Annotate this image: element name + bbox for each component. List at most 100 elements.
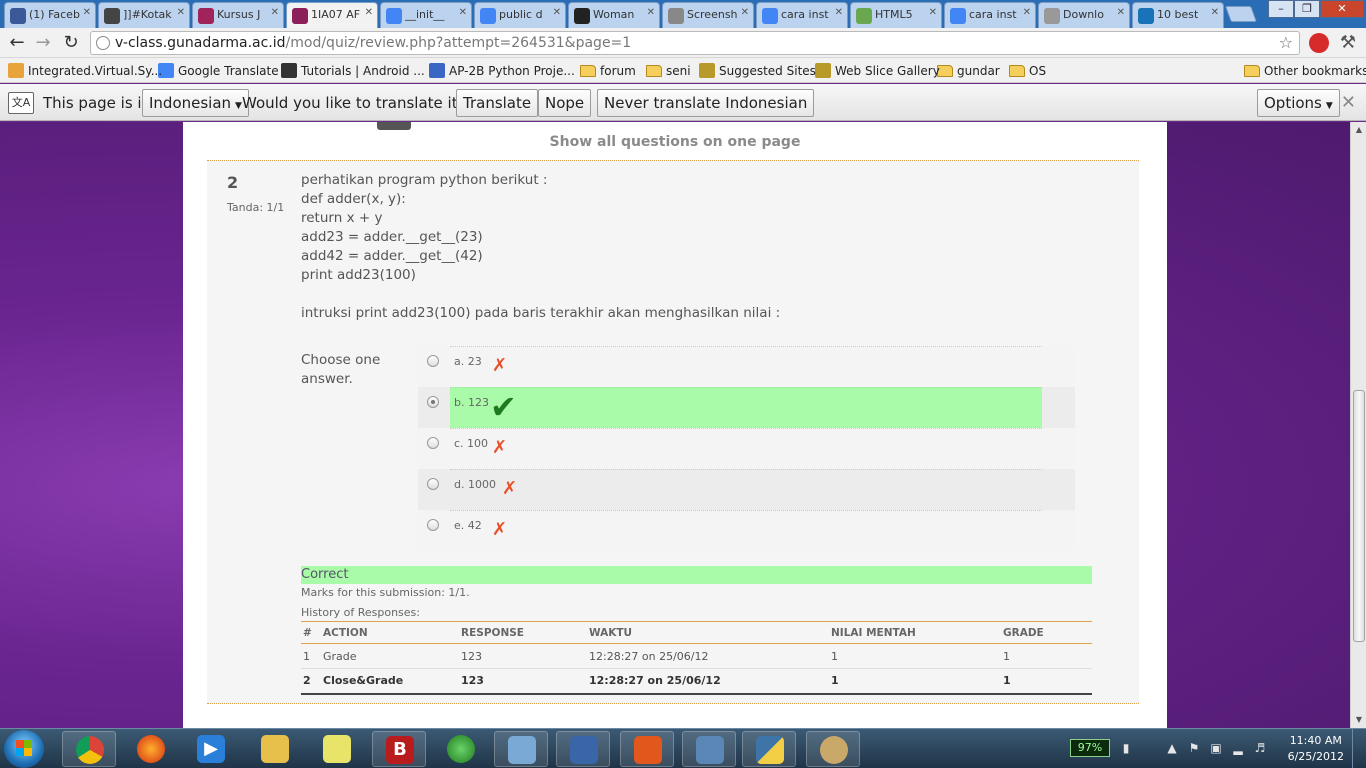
chrome-taskbar-button[interactable] (62, 731, 116, 767)
tab-close-icon[interactable]: ✕ (365, 7, 373, 18)
browser-tab[interactable]: 1IA07 AF ✕ (286, 2, 378, 28)
plug-icon[interactable]: ▮ (1118, 740, 1134, 756)
wrench-icon[interactable]: ⚒ (1338, 33, 1358, 53)
tab-close-icon[interactable]: ✕ (553, 7, 561, 18)
close-window-button[interactable]: ✕ (1320, 0, 1364, 18)
never-translate-button[interactable]: Never translate Indonesian (597, 89, 815, 117)
browser-tab[interactable]: Woman ✕ (568, 2, 660, 28)
b-app-taskbar-button[interactable]: B (372, 731, 426, 767)
browser-tab[interactable]: cara inst ✕ (756, 2, 848, 28)
bookmark-item[interactable]: seni (646, 62, 691, 80)
other-bookmarks[interactable]: Other bookmarks (1244, 62, 1366, 80)
maximize-button[interactable]: ❐ (1294, 0, 1320, 18)
tab-close-icon[interactable]: ✕ (741, 7, 749, 18)
bookmark-item[interactable]: Suggested Sites (699, 62, 816, 80)
volume-icon[interactable]: ♬ (1252, 740, 1268, 756)
bookmark-star-icon[interactable]: ☆ (1279, 32, 1293, 54)
answer-option[interactable]: d. 1000 ✗ (418, 469, 1075, 510)
scrollbar-thumb[interactable] (1353, 390, 1365, 642)
network-signal-icon[interactable]: ▂ (1230, 740, 1246, 756)
bookmark-item[interactable]: gundar (937, 62, 1000, 80)
reload-button[interactable]: ↻ (60, 32, 82, 54)
close-icon[interactable]: ✕ (1341, 92, 1356, 113)
show-all-questions-link[interactable]: Show all questions on one page (183, 134, 1167, 150)
virtualbox-taskbar-button[interactable] (556, 731, 610, 767)
tab-close-icon[interactable]: ✕ (271, 7, 279, 18)
browser-tab[interactable]: public d ✕ (474, 2, 566, 28)
tab-label: cara inst (969, 8, 1017, 21)
bookmark-item[interactable]: Google Translate (158, 62, 279, 80)
start-button[interactable] (4, 730, 44, 768)
browser-tab[interactable]: __init__ ✕ (380, 2, 472, 28)
answer-option[interactable]: e. 42 ✗ (418, 510, 1075, 551)
page-scrollbar[interactable]: ▲ ▼ (1350, 122, 1366, 728)
history-label: History of Responses: (301, 606, 420, 619)
bookmark-item[interactable]: forum (580, 62, 636, 80)
back-button[interactable]: ← (6, 32, 28, 54)
editor-taskbar-button[interactable] (494, 731, 548, 767)
translate-button[interactable]: Translate (456, 89, 539, 117)
options-button[interactable]: Options ▼ (1257, 89, 1340, 117)
tab-close-icon[interactable]: ✕ (929, 7, 937, 18)
tab-close-icon[interactable]: ✕ (1117, 7, 1125, 18)
answer-row: c. 100 ✗ (450, 428, 1042, 469)
explorer-taskbar-button[interactable] (248, 731, 302, 767)
python-taskbar-button[interactable] (742, 731, 796, 767)
show-desktop-button[interactable] (1352, 729, 1366, 768)
foxit-taskbar-button[interactable] (620, 731, 674, 767)
browser-tab[interactable]: ]]#Kotak ✕ (98, 2, 190, 28)
bookmark-item[interactable]: OS (1009, 62, 1046, 80)
tab-close-icon[interactable]: ✕ (1211, 7, 1219, 18)
browser-tab[interactable]: cara inst ✕ (944, 2, 1036, 28)
bookmark-item[interactable]: Tutorials | Android ... (281, 62, 425, 80)
idm-taskbar-button[interactable] (434, 731, 488, 767)
battery-indicator[interactable]: 97% (1070, 739, 1110, 757)
show-hidden-icons[interactable]: ▲ (1164, 740, 1180, 756)
new-tab-button[interactable] (1225, 6, 1257, 22)
scroll-down-icon[interactable]: ▼ (1351, 712, 1366, 728)
history-header-cell: GRADE (1001, 621, 1092, 644)
bookmark-item[interactable]: AP-2B Python Proje... (429, 62, 575, 80)
nope-button[interactable]: Nope (538, 89, 592, 117)
bookmark-item[interactable]: Web Slice Gallery (815, 62, 940, 80)
tab-strip: (1) Faceb ✕]]#Kotak ✕ Kursus J ✕ 1IA07 AF ✕ __i… (0, 0, 1366, 28)
editor-icon (508, 736, 536, 764)
media-player-taskbar-button[interactable]: ▶ (184, 731, 238, 767)
answer-radio[interactable] (427, 478, 439, 490)
device-icon[interactable]: ▣ (1208, 740, 1224, 756)
dropdown-caret-icon: ▼ (1325, 101, 1333, 111)
tab-close-icon[interactable]: ✕ (1023, 7, 1031, 18)
tab-close-icon[interactable]: ✕ (647, 7, 655, 18)
tab-close-icon[interactable]: ✕ (835, 7, 843, 18)
firefox-taskbar-button[interactable] (124, 731, 178, 767)
address-bar[interactable]: v-class.gunadarma.ac.id/mod/quiz/review.… (90, 31, 1300, 55)
sticky-notes-taskbar-button[interactable] (310, 731, 364, 767)
minimize-button[interactable]: – (1268, 0, 1294, 18)
clock[interactable]: 11:40 AM 6/25/2012 (1288, 733, 1344, 765)
browser-tab[interactable]: HTML5 ✕ (850, 2, 942, 28)
answer-radio[interactable] (427, 437, 439, 449)
browser-tab[interactable]: Kursus J ✕ (192, 2, 284, 28)
paint-taskbar-button[interactable] (806, 731, 860, 767)
browser-tab[interactable]: Downlo ✕ (1038, 2, 1130, 28)
action-center-icon[interactable]: ⚑ (1186, 740, 1202, 756)
answer-option[interactable]: a. 23 ✗ (418, 346, 1075, 387)
browser-tab[interactable]: (1) Faceb ✕ (4, 2, 96, 28)
adblock-icon[interactable] (1309, 33, 1329, 53)
tab-close-icon[interactable]: ✕ (459, 7, 467, 18)
browser-tab[interactable]: Screensh ✕ (662, 2, 754, 28)
bookmark-item[interactable]: Integrated.Virtual.Sy... (8, 62, 162, 80)
scroll-up-icon[interactable]: ▲ (1351, 122, 1366, 138)
answer-radio[interactable] (427, 519, 439, 531)
forward-button[interactable]: → (32, 32, 54, 54)
tab-close-icon[interactable]: ✕ (83, 7, 91, 18)
answer-option[interactable]: b. 123 ✔ (418, 387, 1075, 428)
settings-app-taskbar-button[interactable] (682, 731, 736, 767)
language-select[interactable]: Indonesian ▼ (142, 89, 249, 117)
answer-radio[interactable] (427, 355, 439, 367)
tab-close-icon[interactable]: ✕ (177, 7, 185, 18)
answer-radio[interactable] (427, 396, 439, 408)
answer-option[interactable]: c. 100 ✗ (418, 428, 1075, 469)
question-line: return x + y (301, 210, 383, 226)
browser-tab[interactable]: 10 best ✕ (1132, 2, 1224, 28)
